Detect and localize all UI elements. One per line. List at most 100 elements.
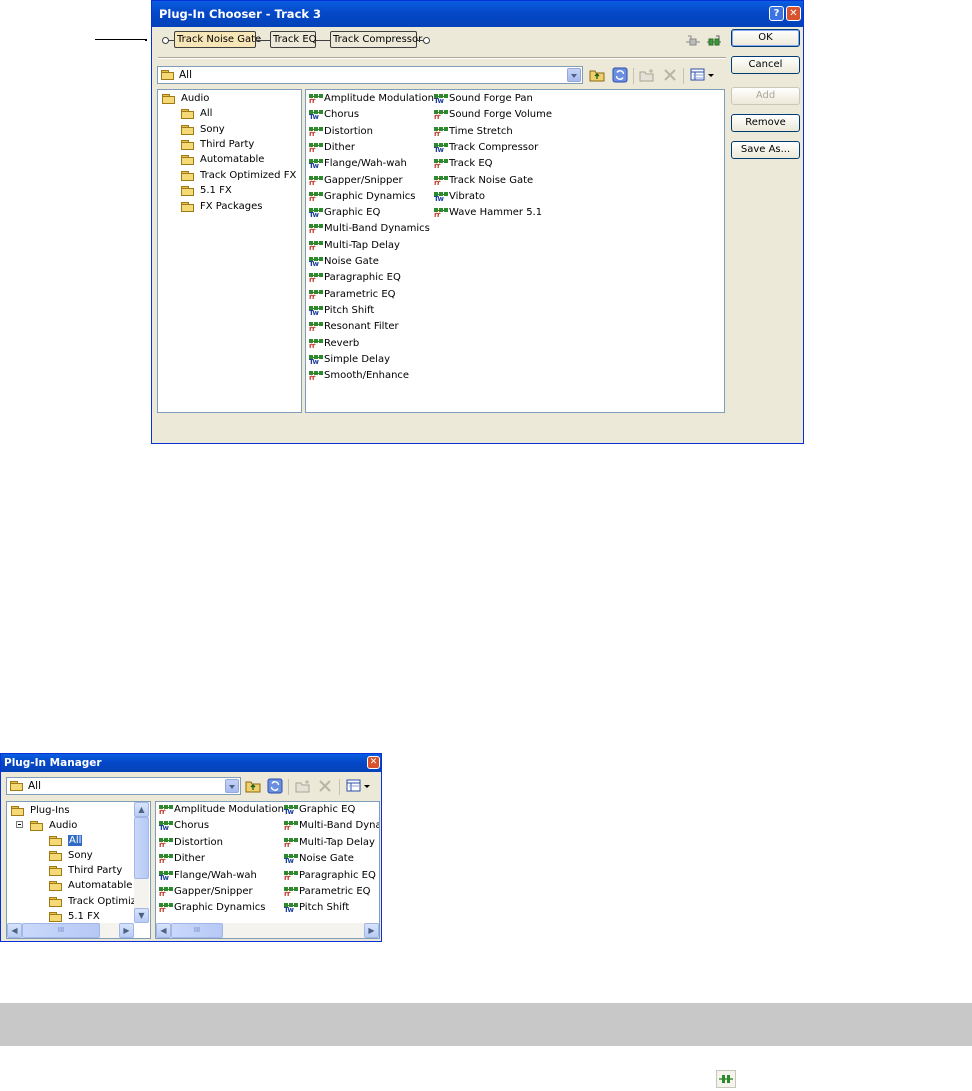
plugin-icon: ŕŕ [309, 94, 323, 105]
plugin-icon: ŕŕ [159, 887, 173, 898]
plugin-label: Parametric EQ [299, 886, 371, 897]
plugin-label: Chorus [324, 109, 360, 121]
tree-hscrollbar[interactable]: ◀ III ▶ [7, 923, 134, 938]
plugin-list: ŕŕ Amplitude Modulation Tw Chorus ŕŕ Distorti… [305, 89, 725, 413]
scroll-right-icon[interactable]: ▶ [364, 923, 379, 938]
up-folder-icon[interactable] [589, 67, 605, 83]
scroll-left-icon[interactable]: ◀ [156, 923, 171, 938]
delete-icon[interactable] [317, 778, 333, 794]
scroll-grip[interactable]: III [22, 923, 100, 938]
plugin-list: ◀ III ▶ ŕŕ Amplitude Modulation Tw Chorus ŕŕ… [155, 801, 380, 939]
plugin-label: Gapper/Snipper [324, 174, 403, 186]
cancel-button[interactable]: Cancel [731, 56, 800, 74]
plugin-label: Resonant Filter [324, 321, 399, 333]
collapse-icon[interactable] [16, 821, 23, 828]
toolbar-separator [339, 779, 340, 795]
chevron-down-icon[interactable] [225, 779, 239, 793]
plugin-label: Flange/Wah-wah [174, 869, 257, 881]
folder-icon [181, 171, 195, 181]
remove-button[interactable]: Remove [731, 114, 800, 132]
list-hscrollbar[interactable]: ◀ III ▶ [156, 923, 379, 938]
close-button[interactable]: ✕ [367, 756, 380, 769]
folder-icon [49, 851, 63, 861]
scroll-thumb[interactable] [134, 817, 149, 879]
folder-icon [11, 806, 25, 816]
plugin-icon: ŕŕ [159, 805, 173, 816]
folder-icon [181, 155, 195, 165]
move-left-icon[interactable] [685, 34, 701, 48]
title-bar: Plug-In Manager ✕ [1, 754, 381, 772]
window-title: Plug-In Manager [4, 757, 102, 769]
plugin-label: Amplitude Modulation [324, 93, 434, 104]
scroll-left-icon[interactable]: ◀ [7, 923, 22, 938]
move-right-icon[interactable] [706, 34, 722, 48]
view-menu-icon[interactable] [346, 778, 372, 794]
tree-label: 5.1 FX [200, 185, 232, 196]
plugin-icon: Tw [309, 257, 323, 268]
view-menu-icon[interactable] [690, 67, 716, 83]
plugin-label: Multi-Tap Delay [299, 836, 375, 848]
chain-item-track-eq[interactable]: Track EQ [270, 31, 317, 48]
plugin-label: Sound Forge Volume [449, 109, 552, 121]
plugin-label: Simple Delay [324, 353, 391, 365]
toolbar-separator [633, 68, 634, 84]
folder-combo-value: All [179, 69, 193, 81]
plugin-label: Multi-Tap Delay [324, 239, 400, 251]
new-folder-icon[interactable] [295, 778, 311, 794]
folder-icon [181, 125, 195, 135]
plugin-label: Pitch Shift [324, 304, 375, 316]
plugin-icon: ŕŕ [434, 175, 448, 187]
chain-item-track-compressor[interactable]: Track Compressor [330, 31, 422, 48]
chain-item-track-noise-gate[interactable]: Track Noise Gate [174, 31, 261, 48]
scroll-up-icon[interactable]: ▲ [134, 802, 149, 817]
plugin-icon: ŕŕ [284, 837, 298, 849]
plugin-label: Sound Forge Pan [449, 93, 533, 104]
chevron-down-icon[interactable] [567, 68, 581, 82]
plugin-icon: ŕŕ [309, 371, 323, 382]
plugin-label: Graphic Dynamics [174, 902, 266, 914]
plugin-manager-window: Plug-In Manager ✕ All Plug-Ins Audio All… [0, 753, 382, 942]
plugin-label: Track Noise Gate [449, 174, 534, 186]
plugin-icon: Tw [284, 903, 298, 914]
folder-icon [181, 186, 195, 196]
gray-band [0, 1003, 972, 1046]
plugin-icon: Tw [284, 854, 298, 865]
delete-icon[interactable] [662, 67, 678, 83]
help-button[interactable]: ? [769, 6, 784, 21]
plugin-icon: ŕŕ [309, 175, 323, 187]
scroll-right-icon[interactable]: ▶ [119, 923, 134, 938]
plugin-icon: ŕŕ [309, 142, 323, 154]
scroll-grip[interactable]: III [171, 923, 223, 938]
chain-end-node [423, 37, 430, 44]
plugin-icon: Tw [284, 805, 298, 816]
plugin-label: Graphic EQ [299, 804, 356, 815]
plugin-icon: ŕŕ [309, 191, 323, 203]
plugin-icon: Tw [309, 354, 323, 366]
close-button[interactable]: ✕ [786, 6, 801, 21]
plugin-chooser-dialog: Plug-In Chooser - Track 3 ? ✕ Track Nois… [151, 0, 804, 444]
folder-combo[interactable]: All [6, 777, 241, 795]
plugin-icon: ŕŕ [434, 208, 448, 219]
plugin-label: Vibrato [449, 190, 486, 202]
plugin-label: Dither [324, 141, 356, 153]
folder-tree: Audio All Sony Third Party Automatable T… [157, 89, 302, 413]
refresh-icon[interactable] [267, 778, 283, 794]
folder-combo[interactable]: All [157, 66, 583, 84]
new-folder-icon[interactable] [639, 67, 655, 83]
plugin-icon: ŕŕ [309, 273, 323, 284]
chain-connector [316, 40, 330, 41]
ok-button[interactable]: OK [731, 29, 800, 47]
refresh-icon[interactable] [612, 67, 628, 83]
up-folder-icon[interactable] [245, 778, 261, 794]
tree-vscrollbar[interactable]: ▲ ▼ [134, 802, 149, 923]
save-as-button[interactable]: Save As... [731, 141, 800, 159]
scroll-down-icon[interactable]: ▼ [134, 908, 149, 923]
folder-icon [49, 897, 63, 907]
toolbar-separator [288, 779, 289, 795]
plugin-chain-icon [716, 1070, 736, 1088]
plugin-icon: Tw [309, 110, 323, 121]
plugin-label: Noise Gate [324, 256, 379, 267]
plugin-label: Time Stretch [449, 125, 513, 137]
plugin-icon: Tw [159, 821, 173, 832]
add-button[interactable]: Add [731, 87, 800, 105]
